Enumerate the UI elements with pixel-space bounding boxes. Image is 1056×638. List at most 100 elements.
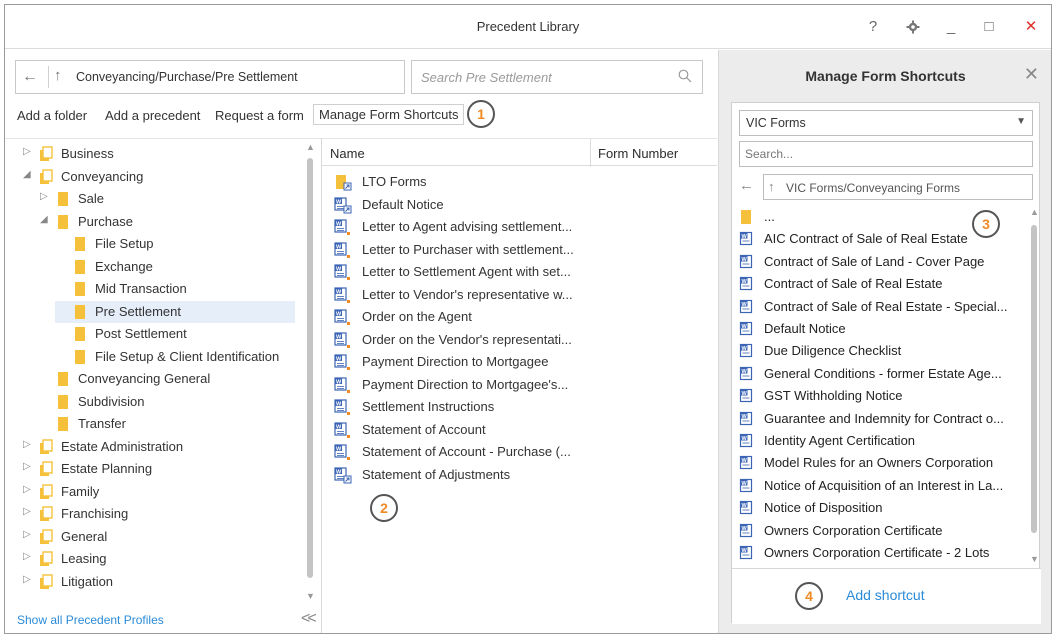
tree-item[interactable]: File Setup & Client Identification <box>57 346 321 368</box>
help-button[interactable]: ? <box>861 15 885 39</box>
tree-item[interactable]: ▷ Business <box>23 143 313 165</box>
tree-item[interactable]: ◢ Purchase <box>40 211 321 233</box>
minimize-button[interactable]: _ <box>939 15 963 39</box>
tree-item[interactable]: File Setup <box>57 233 321 255</box>
add-folder-button[interactable]: Add a folder <box>17 108 87 123</box>
path-navigator[interactable]: ← ↑ Conveyancing/Purchase/Pre Settlement <box>15 60 405 94</box>
up-arrow-icon[interactable]: ↑ <box>768 179 775 194</box>
back-arrow-icon[interactable]: ← <box>739 177 754 194</box>
list-item[interactable]: LTO Forms <box>322 171 717 193</box>
shortcut-form-item[interactable]: W Identity Agent Certification <box>732 430 1032 452</box>
tree-item[interactable]: Mid Transaction <box>57 278 321 300</box>
tree-item[interactable]: ▷ Family <box>23 481 313 503</box>
list-item[interactable]: W Statement of Adjustments <box>322 464 717 486</box>
list-item[interactable]: W Statement of Account <box>322 419 717 441</box>
list-item[interactable]: W Settlement Instructions <box>322 396 717 418</box>
close-button[interactable]: ✕ <box>1019 15 1043 39</box>
tree-item[interactable]: Transfer <box>40 413 321 435</box>
scroll-up-icon[interactable]: ▲ <box>1030 207 1039 217</box>
tree-item[interactable]: Post Settlement <box>57 323 321 345</box>
list-item[interactable]: W Letter to Purchaser with settlement... <box>322 239 717 261</box>
list-item[interactable]: W Letter to Settlement Agent with set... <box>322 261 717 283</box>
scroll-down-icon[interactable]: ▼ <box>306 591 315 601</box>
list-item[interactable]: W Statement of Account - Purchase (... <box>322 441 717 463</box>
shortcut-form-item[interactable]: W Owners Corporation Certificate <box>732 520 1032 542</box>
expand-arrow-icon[interactable]: ▷ <box>23 506 33 517</box>
shortcut-form-label: Owners Corporation Certificate <box>764 522 943 538</box>
list-item[interactable]: W Payment Direction to Mortgagee's... <box>322 374 717 396</box>
list-item[interactable]: W Payment Direction to Mortgagee <box>322 351 717 373</box>
shortcut-form-item[interactable]: W Guarantee and Indemnity for Contract o.… <box>732 408 1032 430</box>
shortcut-form-item[interactable]: W Notice of Disposition <box>732 497 1032 519</box>
shortcut-form-item[interactable]: W Default Notice <box>732 318 1032 340</box>
add-precedent-button[interactable]: Add a precedent <box>105 108 200 123</box>
tree-item-label: Conveyancing <box>61 168 144 184</box>
expand-arrow-icon[interactable]: ▷ <box>23 146 33 157</box>
tree-item[interactable]: ▷ Estate Administration <box>23 436 313 458</box>
shortcut-form-item[interactable]: W Owners Corporation Certificate - 2 Lots <box>732 542 1032 564</box>
shortcut-form-item[interactable]: W Due Diligence Checklist <box>732 340 1032 362</box>
column-name[interactable]: Name <box>330 146 365 161</box>
add-shortcut-button[interactable]: Add shortcut <box>846 587 925 603</box>
svg-text:W: W <box>742 548 748 554</box>
expand-arrow-icon[interactable]: ▷ <box>40 191 50 202</box>
tree-item[interactable]: ▷ Franchising <box>23 503 313 525</box>
list-item[interactable]: W Letter to Vendor's representative w... <box>322 284 717 306</box>
expand-arrow-icon[interactable]: ▷ <box>23 529 33 540</box>
expand-arrow-icon[interactable]: ▷ <box>23 551 33 562</box>
search-icon <box>678 69 692 83</box>
back-arrow-icon[interactable]: ← <box>22 68 38 86</box>
shortcut-form-item[interactable]: W Contract of Sale of Real Estate - Speci… <box>732 296 1032 318</box>
tree-item[interactable]: ▷ General <box>23 526 313 548</box>
collapse-arrow-icon[interactable]: ◢ <box>40 214 50 225</box>
form-list-scrollbar[interactable] <box>1031 225 1037 533</box>
form-library-dropdown[interactable]: VIC Forms ▼ <box>739 110 1033 136</box>
word-doc-icon: W <box>334 286 352 304</box>
close-panel-icon[interactable]: ✕ <box>1024 64 1039 85</box>
svg-text:W: W <box>336 244 342 250</box>
shortcut-form-item[interactable]: W Contract of Sale of Land - Cover Page <box>732 251 1032 273</box>
list-item[interactable]: W Order on the Vendor's representati... <box>322 329 717 351</box>
collapse-pane-icon[interactable]: << <box>301 610 317 628</box>
tree-item[interactable]: Exchange <box>57 256 321 278</box>
tree-item[interactable]: ◢ Conveyancing <box>23 166 313 188</box>
up-arrow-icon[interactable]: ↑ <box>54 67 62 84</box>
shortcut-form-item[interactable]: W Notice of Acquisition of an Interest in… <box>732 475 1032 497</box>
tree-item[interactable]: ▷ Estate Planning <box>23 458 313 480</box>
scroll-up-icon[interactable]: ▲ <box>306 142 315 152</box>
maximize-button[interactable]: □ <box>977 15 1001 39</box>
expand-arrow-icon[interactable]: ▷ <box>23 574 33 585</box>
svg-text:W: W <box>742 458 748 464</box>
request-form-button[interactable]: Request a form <box>215 108 304 123</box>
list-item[interactable]: W Order on the Agent <box>322 306 717 328</box>
list-item[interactable]: W Letter to Agent advising settlement... <box>322 216 717 238</box>
expand-arrow-icon[interactable]: ▷ <box>23 484 33 495</box>
tree-item[interactable]: ▷ Sale <box>40 188 321 210</box>
column-form-number[interactable]: Form Number <box>598 146 678 161</box>
tree-item[interactable]: ▷ Leasing <box>23 548 313 570</box>
folder-icon <box>56 394 70 410</box>
collapse-arrow-icon[interactable]: ◢ <box>23 169 33 180</box>
expand-arrow-icon[interactable]: ▷ <box>23 461 33 472</box>
tree-item[interactable]: Pre Settlement <box>55 300 295 323</box>
settings-button[interactable] <box>901 15 925 39</box>
list-item[interactable]: W Default Notice <box>322 194 717 216</box>
shortcut-form-item[interactable]: W GST Withholding Notice <box>732 385 1032 407</box>
shortcut-form-item[interactable]: W Model Rules for an Owners Corporation <box>732 452 1032 474</box>
expand-arrow-icon[interactable]: ▷ <box>23 439 33 450</box>
tree-item[interactable]: Conveyancing General <box>40 368 321 390</box>
show-all-profiles-link[interactable]: Show all Precedent Profiles <box>17 613 164 627</box>
manage-form-shortcuts-button[interactable]: Manage Form Shortcuts <box>313 104 465 125</box>
tree-item[interactable]: ▷ Litigation <box>23 571 313 593</box>
scroll-down-icon[interactable]: ▼ <box>1030 554 1039 564</box>
precedent-search-input[interactable]: Search Pre Settlement <box>411 60 703 94</box>
dropdown-value: VIC Forms <box>746 116 806 130</box>
tree-scrollbar[interactable] <box>307 158 313 578</box>
shortcut-search-input[interactable]: Search... <box>739 141 1033 167</box>
tree-item[interactable]: Subdivision <box>40 391 321 413</box>
shortcut-form-item[interactable]: W General Conditions - former Estate Age.… <box>732 363 1032 385</box>
path-box[interactable]: ↑ VIC Forms/Conveyancing Forms <box>763 174 1033 200</box>
svg-text:W: W <box>336 289 342 295</box>
shortcut-form-item[interactable]: W Contract of Sale of Real Estate <box>732 273 1032 295</box>
folder-icon <box>73 281 87 297</box>
